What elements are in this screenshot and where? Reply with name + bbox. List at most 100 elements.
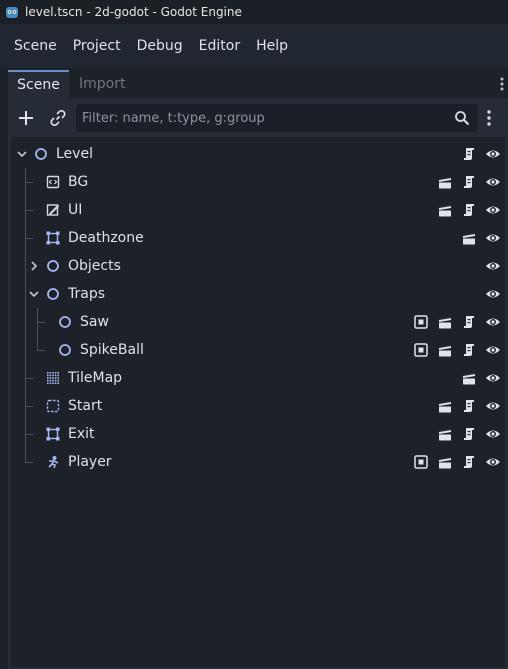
node2d-icon (35, 148, 47, 160)
instance-icon[interactable] (437, 174, 453, 190)
node-label: Saw (80, 314, 109, 330)
scene-tree: Level BG UI Deathzone Objects Traps Saw SpikeBa… (11, 137, 505, 667)
tree-guide-stub (25, 210, 33, 211)
node2d-icon (59, 344, 71, 356)
visibility-icon[interactable] (485, 146, 501, 162)
node-label: SpikeBall (80, 342, 144, 358)
area2d-icon (46, 231, 60, 245)
tree-row-player[interactable]: Player (11, 448, 505, 476)
node2d-icon (47, 288, 59, 300)
tree-row-saw[interactable]: Saw (11, 308, 505, 336)
visibility-icon[interactable] (485, 286, 501, 302)
tree-row-deathzone[interactable]: Deathzone (11, 224, 505, 252)
visibility-icon[interactable] (485, 426, 501, 442)
script-icon[interactable] (461, 426, 477, 442)
chevron-right-icon[interactable] (28, 260, 40, 272)
tree-row-spikeball[interactable]: SpikeBall (11, 336, 505, 364)
instance-icon[interactable] (437, 454, 453, 470)
instance-icon[interactable] (437, 314, 453, 330)
tree-guide-stub (25, 462, 33, 463)
dock-menu-icon[interactable] (500, 76, 504, 92)
script-icon[interactable] (461, 454, 477, 470)
tab-import[interactable]: Import (79, 70, 125, 98)
visibility-icon[interactable] (485, 370, 501, 386)
more-options-icon[interactable] (486, 109, 492, 127)
instantiate-scene-icon[interactable] (49, 109, 67, 127)
script-icon[interactable] (461, 398, 477, 414)
node-label: Objects (68, 258, 121, 274)
node-label: Player (68, 454, 112, 470)
menu-editor[interactable]: Editor (191, 38, 248, 54)
signal-icon[interactable] (413, 454, 429, 470)
filter-field (76, 104, 478, 132)
add-node-icon[interactable] (17, 109, 35, 127)
menu-bar: Scene Project Debug Editor Help (0, 24, 508, 68)
menu-debug[interactable]: Debug (129, 38, 191, 54)
tilemap-icon (47, 372, 59, 384)
node-label: Level (56, 146, 93, 162)
tree-row-ui[interactable]: UI (11, 196, 505, 224)
menu-scene[interactable]: Scene (6, 38, 65, 54)
tree-guide-stub (25, 238, 33, 239)
tree-row-exit[interactable]: Exit (11, 420, 505, 448)
tree-guide-stub (25, 434, 33, 435)
tree-guide-stub (37, 322, 45, 323)
script-icon[interactable] (461, 202, 477, 218)
filter-input[interactable] (76, 104, 446, 132)
marker-icon (46, 399, 60, 413)
visibility-icon[interactable] (485, 230, 501, 246)
node-label: BG (68, 174, 89, 190)
scene-dock: Scene Import Level BG UI Deathzone Objects Tr… (8, 70, 508, 669)
chevron-down-icon[interactable] (16, 148, 28, 160)
visibility-icon[interactable] (485, 454, 501, 470)
script-icon[interactable] (461, 146, 477, 162)
title-bar: level.tscn - 2d-godot - Godot Engine (0, 0, 508, 24)
signal-icon[interactable] (413, 342, 429, 358)
visibility-icon[interactable] (485, 174, 501, 190)
visibility-icon[interactable] (485, 202, 501, 218)
instance-icon[interactable] (437, 202, 453, 218)
node2d-icon (59, 316, 71, 328)
node-label: Exit (68, 426, 95, 442)
chevron-down-icon[interactable] (28, 288, 40, 300)
script-icon[interactable] (461, 174, 477, 190)
script-icon[interactable] (461, 314, 477, 330)
tree-guide-stub (25, 378, 33, 379)
tree-row-bg[interactable]: BG (11, 168, 505, 196)
visibility-icon[interactable] (485, 314, 501, 330)
search-icon (455, 111, 470, 126)
scene-toolbar (8, 101, 508, 135)
signal-icon[interactable] (413, 314, 429, 330)
node-label: TileMap (68, 370, 123, 386)
dock-tabs: Scene Import (8, 70, 508, 98)
character-icon (48, 456, 59, 469)
canvas-icon (46, 204, 60, 216)
parallax-icon (46, 175, 60, 189)
instance-icon[interactable] (437, 342, 453, 358)
menu-project[interactable]: Project (65, 38, 129, 54)
menu-help[interactable]: Help (248, 38, 296, 54)
tree-row-start[interactable]: Start (11, 392, 505, 420)
tree-guide-stub (37, 350, 45, 351)
tree-row-level[interactable]: Level (11, 140, 505, 168)
window-title: level.tscn - 2d-godot - Godot Engine (25, 5, 242, 19)
tree-guide-stub (25, 406, 33, 407)
instance-icon[interactable] (437, 398, 453, 414)
node-label: Start (68, 398, 103, 414)
tree-row-objects[interactable]: Objects (11, 252, 505, 280)
visibility-icon[interactable] (485, 342, 501, 358)
visibility-icon[interactable] (485, 258, 501, 274)
godot-logo-icon (6, 7, 18, 18)
area2d-icon (46, 427, 60, 441)
script-icon[interactable] (461, 342, 477, 358)
tree-row-traps[interactable]: Traps (11, 280, 505, 308)
tree-guide-stub (25, 182, 33, 183)
instance-icon[interactable] (461, 230, 477, 246)
instance-icon[interactable] (461, 370, 477, 386)
instance-icon[interactable] (437, 426, 453, 442)
node-label: Deathzone (68, 230, 144, 246)
node-label: UI (68, 202, 83, 218)
visibility-icon[interactable] (485, 398, 501, 414)
tab-scene[interactable]: Scene (8, 70, 69, 98)
tree-row-tilemap[interactable]: TileMap (11, 364, 505, 392)
